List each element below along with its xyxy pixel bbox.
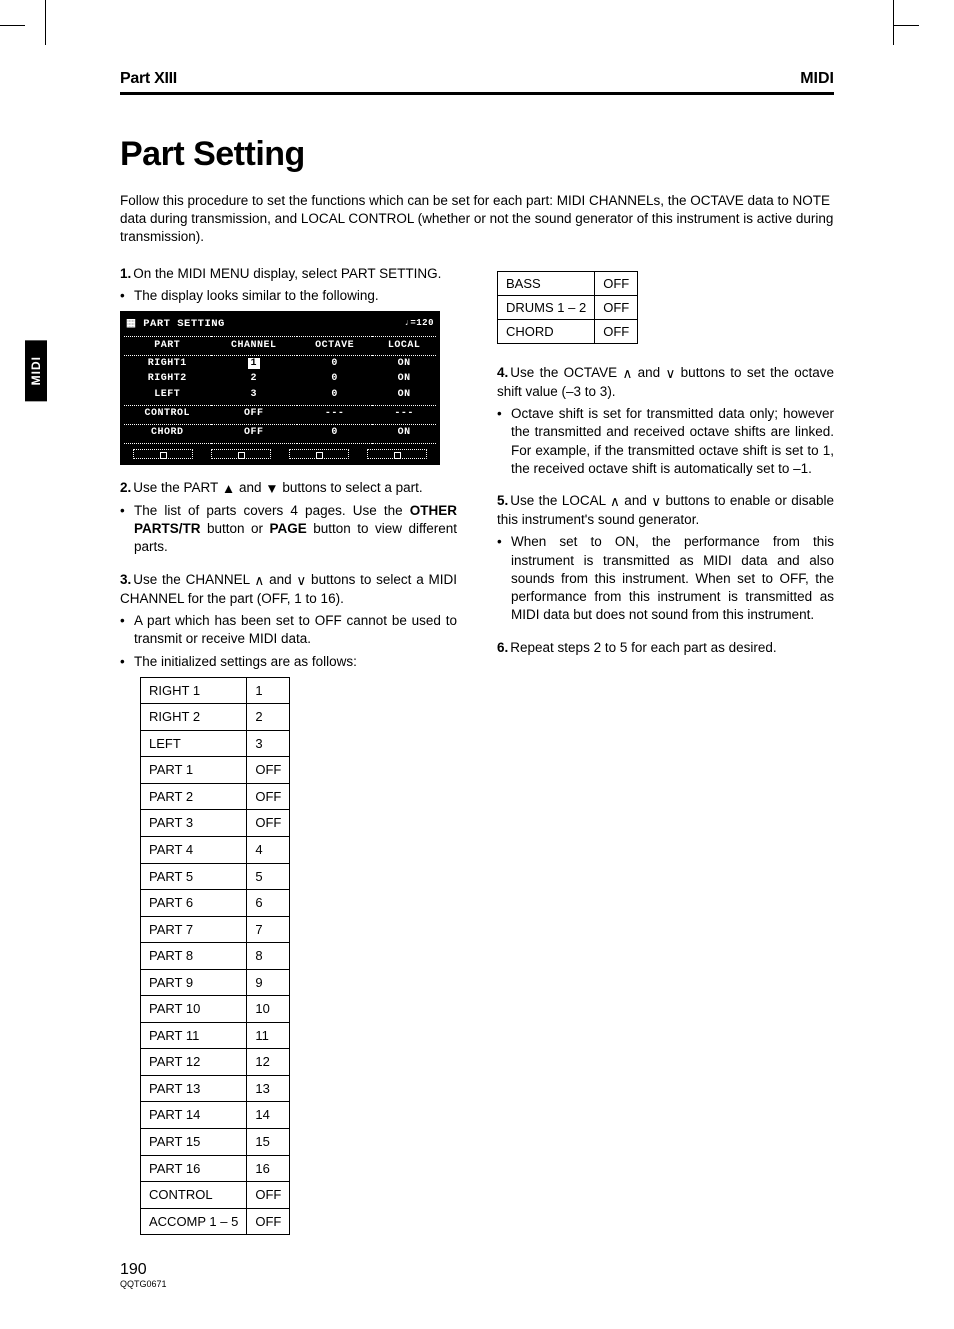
step-3-bullet-1: A part which has been set to OFF cannot … bbox=[120, 612, 457, 648]
side-tab-midi: MIDI bbox=[25, 340, 47, 401]
table-row: PART 1414 bbox=[141, 1102, 290, 1129]
table-row: PART 1111 bbox=[141, 1022, 290, 1049]
lcd-screenshot: ▦ PART SETTING ♩=120 PART CHANNEL OCTAVE… bbox=[120, 311, 440, 465]
table-row: PART 66 bbox=[141, 890, 290, 917]
step-2-bullet: The list of parts covers 4 pages. Use th… bbox=[120, 502, 457, 557]
lcd-col-local: LOCAL bbox=[372, 337, 436, 356]
table-row: PART 99 bbox=[141, 969, 290, 996]
table-row: RIGHT 11 bbox=[141, 677, 290, 704]
lcd-col-part: PART bbox=[124, 337, 211, 356]
step-6: 6.Repeat steps 2 to 5 for each part as d… bbox=[497, 639, 834, 657]
left-column: 1.On the MIDI MENU display, select PART … bbox=[120, 265, 457, 1250]
step-3: 3.Use the CHANNEL ∧ and ∨ buttons to sel… bbox=[120, 571, 457, 1236]
triangle-down-icon: ▼ bbox=[265, 480, 278, 498]
table-row: PART 1010 bbox=[141, 996, 290, 1023]
table-row: PART 88 bbox=[141, 943, 290, 970]
step-4: 4.Use the OCTAVE ∧ and ∨ buttons to set … bbox=[497, 364, 834, 478]
table-row: PART 3OFF bbox=[141, 810, 290, 837]
doc-code: QQTG0671 bbox=[120, 1279, 834, 1289]
t: Use the OCTAVE bbox=[510, 365, 622, 380]
page-title: Part Setting bbox=[120, 135, 834, 174]
t: The list of parts covers 4 pages. Use th… bbox=[134, 503, 410, 518]
caret-up-icon: ∧ bbox=[254, 572, 264, 590]
caret-up-icon: ∧ bbox=[622, 365, 632, 383]
step-6-text: Repeat steps 2 to 5 for each part as des… bbox=[510, 640, 776, 655]
table-row: RIGHT 22 bbox=[141, 704, 290, 731]
t: and bbox=[632, 365, 665, 380]
table-row: PART 2OFF bbox=[141, 783, 290, 810]
triangle-up-icon: ▲ bbox=[222, 480, 235, 498]
table-row: PART 55 bbox=[141, 863, 290, 890]
step-1: 1.On the MIDI MENU display, select PART … bbox=[120, 265, 457, 465]
caret-down-icon: ∨ bbox=[665, 365, 675, 383]
t: buttons to select a part. bbox=[279, 480, 423, 495]
step-3-bullet-2: The initialized settings are as follows: bbox=[120, 653, 457, 671]
t: button or bbox=[201, 521, 270, 536]
t: Use the LOCAL bbox=[510, 493, 610, 508]
extra-settings-table: BASSOFFDRUMS 1 – 2OFFCHORDOFF bbox=[497, 271, 638, 344]
caret-down-icon: ∨ bbox=[296, 572, 306, 590]
table-row: BASSOFF bbox=[498, 271, 638, 295]
header-section: MIDI bbox=[800, 70, 834, 88]
table-row: DRUMS 1 – 2OFF bbox=[498, 295, 638, 319]
initialized-settings-table: RIGHT 11RIGHT 22LEFT3PART 1OFFPART 2OFFP… bbox=[140, 677, 290, 1235]
table-row: PART 1212 bbox=[141, 1049, 290, 1076]
t: Use the CHANNEL bbox=[133, 572, 254, 587]
table-row: PART 1515 bbox=[141, 1129, 290, 1156]
lcd-tempo: ♩=120 bbox=[404, 317, 434, 331]
caret-down-icon: ∨ bbox=[651, 493, 661, 511]
t: and bbox=[620, 493, 651, 508]
lcd-button-row bbox=[124, 449, 436, 459]
table-row: PART 1616 bbox=[141, 1155, 290, 1182]
step-5-bullet: When set to ON, the performance from thi… bbox=[497, 533, 834, 624]
lcd-col-octave: OCTAVE bbox=[297, 337, 372, 356]
step-1-text: On the MIDI MENU display, select PART SE… bbox=[133, 266, 441, 281]
lcd-title: PART SETTING bbox=[143, 318, 225, 330]
t: and bbox=[264, 572, 296, 587]
table-row: CONTROLOFF bbox=[141, 1182, 290, 1209]
intro-paragraph: Follow this procedure to set the functio… bbox=[120, 192, 834, 247]
page-header: Part XIII MIDI bbox=[120, 70, 834, 95]
header-part: Part XIII bbox=[120, 70, 177, 88]
table-row: PART 1OFF bbox=[141, 757, 290, 784]
table-row: ACCOMP 1 – 5OFF bbox=[141, 1208, 290, 1235]
table-row: PART 77 bbox=[141, 916, 290, 943]
step-5: 5.Use the LOCAL ∧ and ∨ buttons to enabl… bbox=[497, 492, 834, 625]
page-number: 190 bbox=[120, 1261, 834, 1279]
t: and bbox=[235, 480, 265, 495]
right-column: BASSOFFDRUMS 1 – 2OFFCHORDOFF 4.Use the … bbox=[497, 265, 834, 1250]
table-row: CHORDOFF bbox=[498, 319, 638, 343]
caret-up-icon: ∧ bbox=[610, 493, 620, 511]
page-button-label: PAGE bbox=[269, 521, 306, 536]
crop-marks bbox=[0, 0, 954, 70]
lcd-col-channel: CHANNEL bbox=[211, 337, 298, 356]
step-1-bullet: The display looks similar to the followi… bbox=[120, 287, 457, 305]
table-row: PART 1313 bbox=[141, 1075, 290, 1102]
step-2: 2.Use the PART ▲ and ▼ buttons to select… bbox=[120, 479, 457, 557]
page-footer: 190 QQTG0671 bbox=[120, 1261, 834, 1289]
table-row: PART 44 bbox=[141, 837, 290, 864]
t: Use the PART bbox=[133, 480, 222, 495]
step-4-bullet: Octave shift is set for transmitted data… bbox=[497, 405, 834, 478]
table-row: LEFT3 bbox=[141, 730, 290, 757]
